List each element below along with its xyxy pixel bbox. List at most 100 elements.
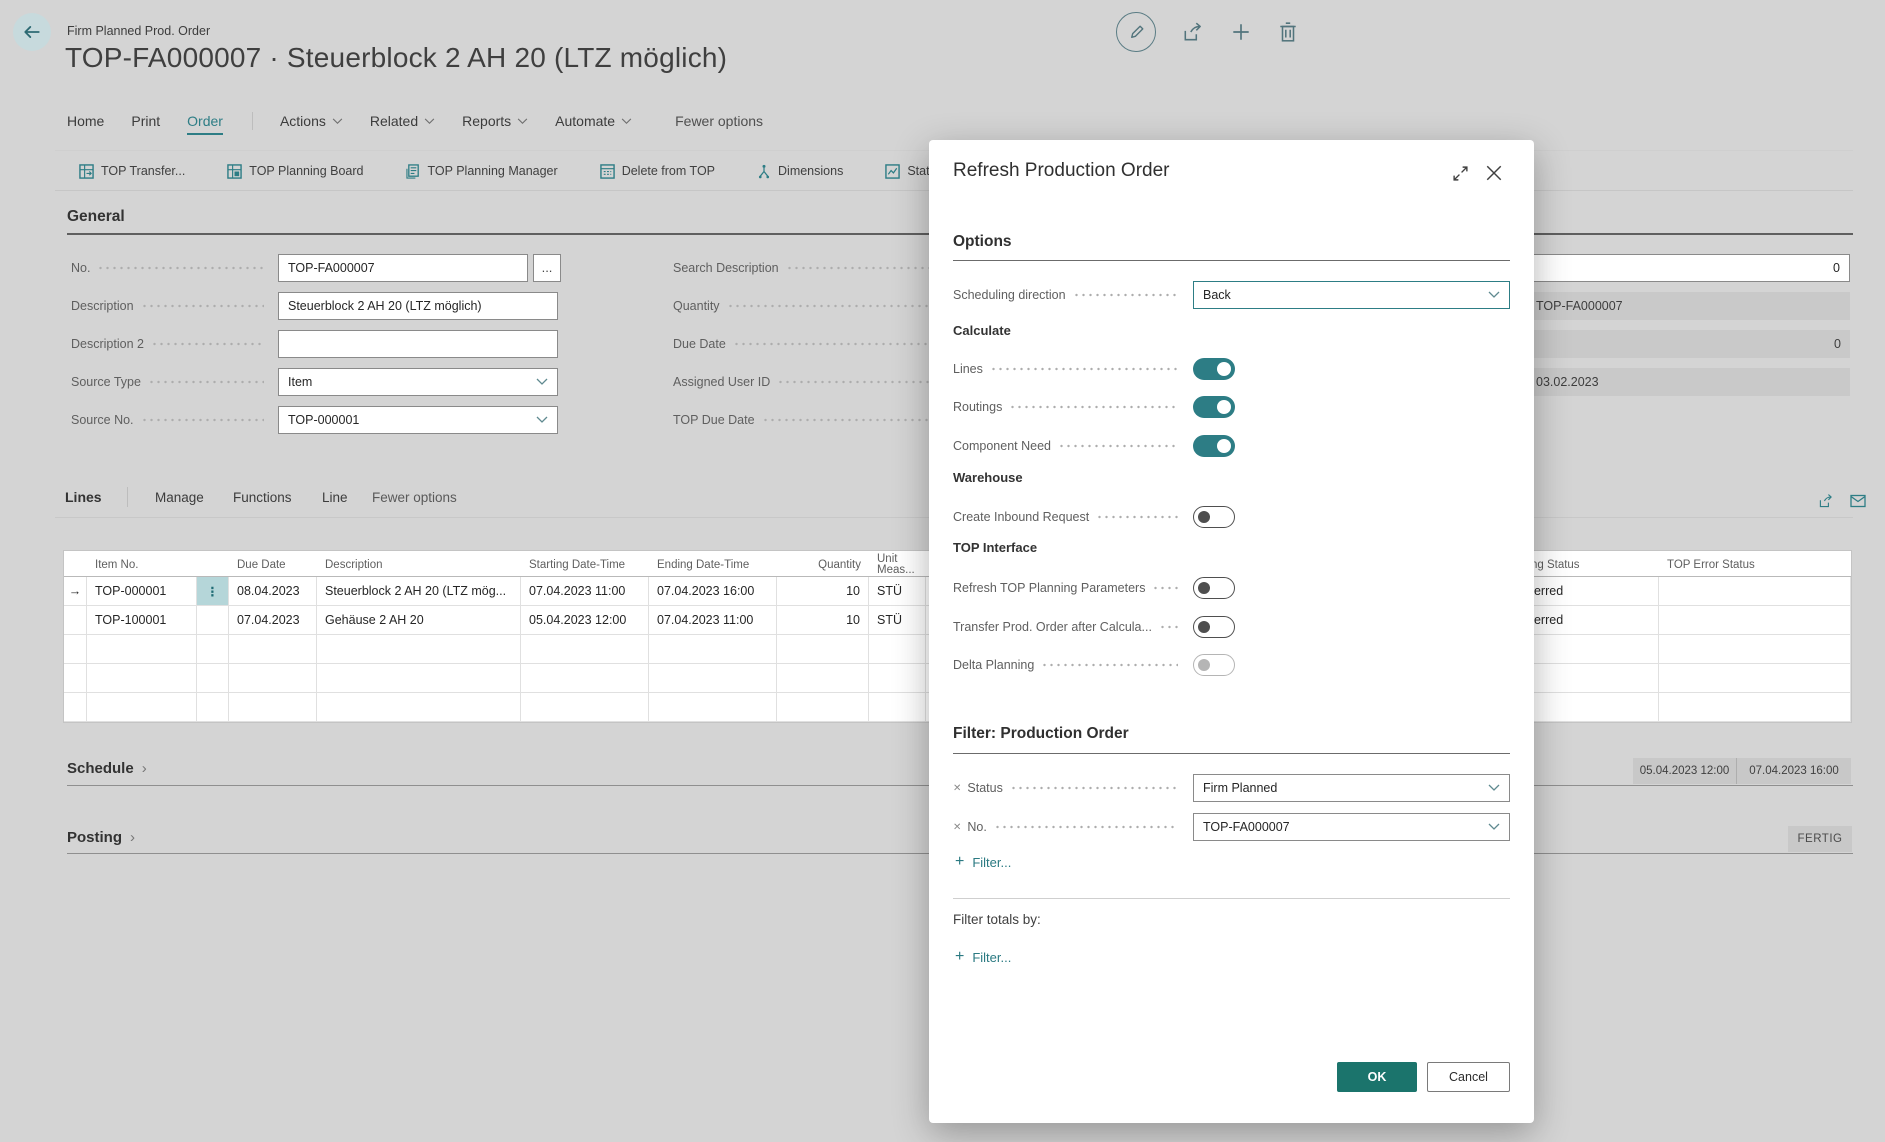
action-delete-from-top[interactable]: Delete from TOP [600, 164, 715, 179]
add-filter-totals-link[interactable]: + Filter... [955, 948, 1011, 966]
col-header-quantity[interactable]: Quantity [777, 551, 869, 577]
table-empty-cell[interactable] [317, 693, 521, 722]
row-menu-cell[interactable] [197, 606, 229, 635]
table-empty-cell[interactable] [1659, 635, 1851, 664]
table-empty-cell[interactable] [777, 693, 869, 722]
lines-tab-functions[interactable]: Functions [233, 490, 292, 505]
table-empty-cell[interactable] [1659, 664, 1851, 693]
menu-home[interactable]: Home [67, 113, 104, 129]
cell-unit[interactable]: STÜ [869, 606, 926, 635]
table-empty-cell[interactable] [777, 635, 869, 664]
action-top-planning-board[interactable]: TOP Planning Board [227, 164, 363, 179]
menu-print[interactable]: Print [131, 113, 160, 129]
table-empty-cell[interactable] [64, 664, 87, 693]
share-button[interactable] [1182, 21, 1204, 43]
no-lookup-button[interactable]: ... [533, 254, 561, 282]
menu-order[interactable]: Order [187, 113, 223, 135]
menu-actions[interactable]: Actions [280, 113, 343, 129]
col-header-unit[interactable]: Unit Meas... [869, 551, 926, 577]
cell-quantity[interactable]: 10 [777, 577, 869, 606]
posting-heading[interactable]: Posting› [67, 829, 135, 846]
table-empty-cell[interactable] [1659, 693, 1851, 722]
lines-mail-icon[interactable] [1850, 494, 1866, 508]
table-empty-cell[interactable] [649, 664, 777, 693]
edit-button[interactable] [1116, 12, 1156, 52]
menu-related[interactable]: Related [370, 113, 435, 129]
source-no-select[interactable]: TOP-000001 [278, 406, 558, 434]
col-header-top-error-status[interactable]: TOP Error Status [1659, 551, 1851, 577]
table-empty-cell[interactable] [229, 635, 317, 664]
schedule-heading[interactable]: Schedule› [67, 760, 147, 777]
col-header-starting[interactable]: Starting Date-Time [521, 551, 649, 577]
cell-top-error-status[interactable] [1659, 577, 1851, 606]
table-empty-cell[interactable] [649, 693, 777, 722]
filter-no-select[interactable]: TOP-FA000007 [1193, 813, 1510, 841]
col-header-due-date[interactable]: Due Date [229, 551, 317, 577]
cell-starting[interactable]: 07.04.2023 11:00 [521, 577, 649, 606]
table-empty-cell[interactable] [229, 693, 317, 722]
expand-dialog-icon[interactable] [1452, 165, 1469, 182]
table-empty-cell[interactable] [521, 664, 649, 693]
col-header-item-no[interactable]: Item No. [87, 551, 197, 577]
component-need-toggle[interactable] [1193, 435, 1235, 457]
cell-starting[interactable]: 05.04.2023 12:00 [521, 606, 649, 635]
filter-status-select[interactable]: Firm Planned [1193, 774, 1510, 802]
table-empty-cell[interactable] [87, 635, 197, 664]
table-empty-cell[interactable] [229, 664, 317, 693]
cell-due-date[interactable]: 07.04.2023 [229, 606, 317, 635]
cell-ending[interactable]: 07.04.2023 11:00 [649, 606, 777, 635]
menu-reports[interactable]: Reports [462, 113, 528, 129]
action-top-planning-manager[interactable]: TOP Planning Manager [406, 164, 558, 179]
cell-unit[interactable]: STÜ [869, 577, 926, 606]
table-empty-cell[interactable] [64, 693, 87, 722]
lines-heading[interactable]: Lines [65, 489, 102, 505]
col-header-ending[interactable]: Ending Date-Time [649, 551, 777, 577]
general-heading[interactable]: General [67, 208, 125, 226]
table-empty-cell[interactable] [197, 635, 229, 664]
source-type-select[interactable]: Item [278, 368, 558, 396]
table-empty-cell[interactable] [521, 693, 649, 722]
table-empty-cell[interactable] [869, 664, 926, 693]
ok-button[interactable]: OK [1337, 1062, 1417, 1092]
add-filter-link[interactable]: + Filter... [955, 853, 1011, 871]
table-empty-cell[interactable] [197, 693, 229, 722]
col-header-description[interactable]: Description [317, 551, 521, 577]
table-empty-cell[interactable] [777, 664, 869, 693]
delete-button[interactable] [1278, 21, 1298, 43]
lines-toggle[interactable] [1193, 358, 1235, 380]
table-empty-cell[interactable] [869, 635, 926, 664]
new-button[interactable] [1230, 21, 1252, 43]
options-heading[interactable]: Options [953, 233, 1012, 251]
cell-quantity[interactable]: 10 [777, 606, 869, 635]
scheduling-direction-select[interactable]: Back [1193, 281, 1510, 309]
back-button[interactable] [13, 13, 51, 51]
create-inbound-request-toggle[interactable] [1193, 506, 1235, 528]
table-empty-cell[interactable] [869, 693, 926, 722]
cell-ending[interactable]: 07.04.2023 16:00 [649, 577, 777, 606]
table-empty-cell[interactable] [87, 664, 197, 693]
refresh-top-planning-parameters-toggle[interactable] [1193, 577, 1235, 599]
close-dialog-icon[interactable] [1485, 164, 1503, 182]
table-empty-cell[interactable] [64, 635, 87, 664]
lines-tab-manage[interactable]: Manage [155, 490, 204, 505]
action-dimensions[interactable]: Dimensions [757, 164, 843, 179]
remove-filter-icon[interactable]: ✕ [953, 783, 961, 794]
lines-fewer-options[interactable]: Fewer options [372, 490, 457, 505]
table-empty-cell[interactable] [87, 693, 197, 722]
remove-filter-icon[interactable]: ✕ [953, 822, 961, 833]
table-empty-cell[interactable] [521, 635, 649, 664]
filter-heading[interactable]: Filter: Production Order [953, 725, 1129, 743]
lines-tab-line[interactable]: Line [322, 490, 348, 505]
table-empty-cell[interactable] [317, 635, 521, 664]
breadcrumb[interactable]: Firm Planned Prod. Order [67, 24, 210, 38]
cell-item-no[interactable]: TOP-000001 [87, 577, 197, 606]
table-empty-cell[interactable] [317, 664, 521, 693]
cell-item-no[interactable]: TOP-100001 [87, 606, 197, 635]
action-top-transfer[interactable]: TOP Transfer... [79, 164, 185, 179]
cell-top-error-status[interactable] [1659, 606, 1851, 635]
no-field[interactable]: TOP-FA000007 [278, 254, 528, 282]
menu-automate[interactable]: Automate [555, 113, 632, 129]
lines-share-icon[interactable] [1818, 493, 1834, 509]
description-2-field[interactable] [278, 330, 558, 358]
general-right-field-1[interactable]: 0 [1520, 254, 1850, 282]
